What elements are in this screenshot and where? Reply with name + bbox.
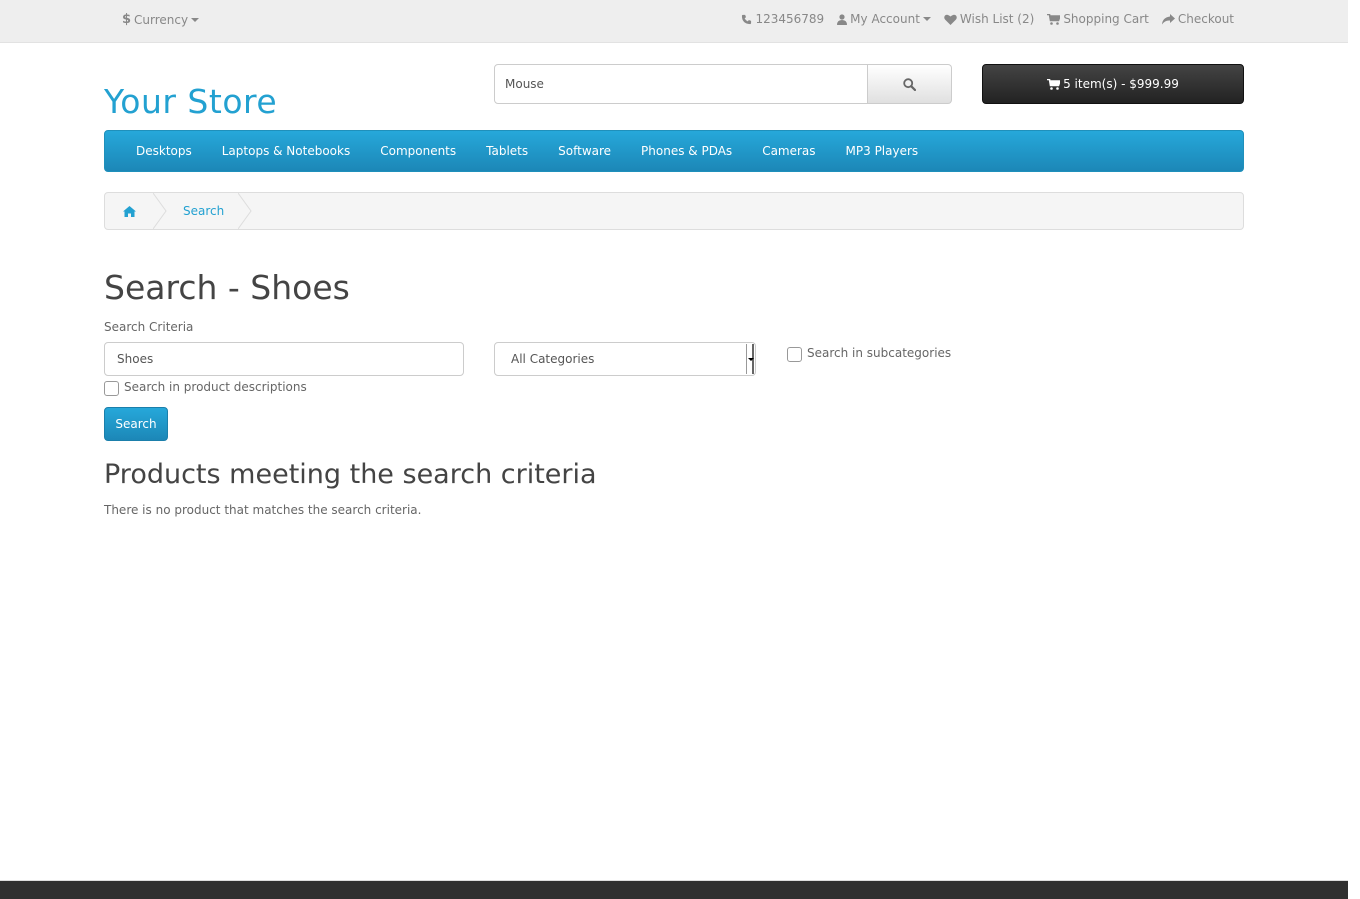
my-account-dropdown[interactable]: My Account (837, 12, 931, 26)
user-icon (837, 13, 848, 25)
no-results-message: There is no product that matches the sea… (104, 503, 422, 517)
cart-button[interactable]: 5 item(s) - $999.99 (982, 64, 1244, 104)
breadcrumb-home[interactable] (105, 193, 153, 229)
checkout-link[interactable]: Checkout (1161, 12, 1234, 26)
header-search-input[interactable] (494, 64, 868, 104)
search-criteria-label: Search Criteria (104, 320, 194, 334)
cart-icon (1047, 13, 1061, 25)
subcategories-checkbox[interactable] (787, 347, 802, 362)
share-icon (1161, 13, 1175, 24)
cart-summary: 5 item(s) - $999.99 (1063, 77, 1179, 91)
heart-icon (944, 14, 957, 25)
main-menu: Desktops Laptops & Notebooks Components … (104, 130, 1244, 172)
descriptions-label: Search in product descriptions (124, 380, 307, 394)
menu-item-components[interactable]: Components (380, 144, 456, 158)
phone-link[interactable]: 123456789 (741, 12, 824, 26)
top-bar: $ Currency 123456789 My Account Wish Lis… (0, 0, 1348, 43)
subcategories-label: Search in subcategories (807, 346, 952, 360)
menu-item-laptops-notebooks[interactable]: Laptops & Notebooks (222, 144, 350, 158)
select-arrow-icon (746, 344, 754, 374)
menu-item-cameras[interactable]: Cameras (762, 144, 815, 158)
my-account-label: My Account (850, 12, 920, 26)
cart-icon (1047, 78, 1061, 90)
caret-down-icon (191, 17, 200, 22)
top-nav: 123456789 My Account Wish List (2) Shopp… (741, 12, 1234, 26)
currency-dropdown[interactable]: $ Currency (122, 12, 200, 27)
currency-label: Currency (134, 12, 189, 27)
checkout-label: Checkout (1177, 12, 1234, 26)
breadcrumb: Search (104, 192, 1244, 230)
shopping-cart-link[interactable]: Shopping Cart (1047, 12, 1149, 26)
search-icon (903, 77, 916, 91)
category-selected-value: All Categories (511, 352, 595, 366)
phone-icon (742, 14, 752, 24)
header-search (494, 64, 952, 104)
currency-symbol: $ (122, 12, 132, 27)
shopping-cart-label: Shopping Cart (1063, 12, 1149, 26)
menu-item-software[interactable]: Software (558, 144, 611, 158)
wish-list-label: Wish List (2) (959, 12, 1035, 26)
descriptions-checkbox-row: Search in product descriptions (104, 380, 307, 396)
menu-item-phones-pdas[interactable]: Phones & PDAs (641, 144, 732, 158)
store-logo[interactable]: Your Store (104, 82, 277, 121)
subcategories-checkbox-row: Search in subcategories (787, 346, 951, 362)
descriptions-checkbox[interactable] (104, 381, 119, 396)
phone-number: 123456789 (755, 12, 825, 26)
home-icon (122, 205, 136, 217)
search-criteria-input[interactable] (104, 342, 464, 376)
footer (0, 880, 1348, 899)
search-submit-button[interactable]: Search (104, 407, 168, 441)
scrollbar-track[interactable] (1348, 0, 1360, 899)
breadcrumb-separator (153, 193, 167, 229)
header-search-button[interactable] (868, 64, 952, 104)
menu-item-tablets[interactable]: Tablets (486, 144, 528, 158)
page-title: Search - Shoes (104, 268, 350, 307)
breadcrumb-search[interactable]: Search (167, 204, 238, 218)
breadcrumb-separator (238, 193, 252, 229)
category-select[interactable]: All Categories (494, 342, 756, 376)
wish-list-link[interactable]: Wish List (2) (944, 12, 1034, 26)
menu-item-mp3-players[interactable]: MP3 Players (846, 144, 919, 158)
caret-down-icon (922, 17, 931, 21)
results-heading: Products meeting the search criteria (104, 459, 597, 490)
menu-item-desktops[interactable]: Desktops (136, 144, 192, 158)
